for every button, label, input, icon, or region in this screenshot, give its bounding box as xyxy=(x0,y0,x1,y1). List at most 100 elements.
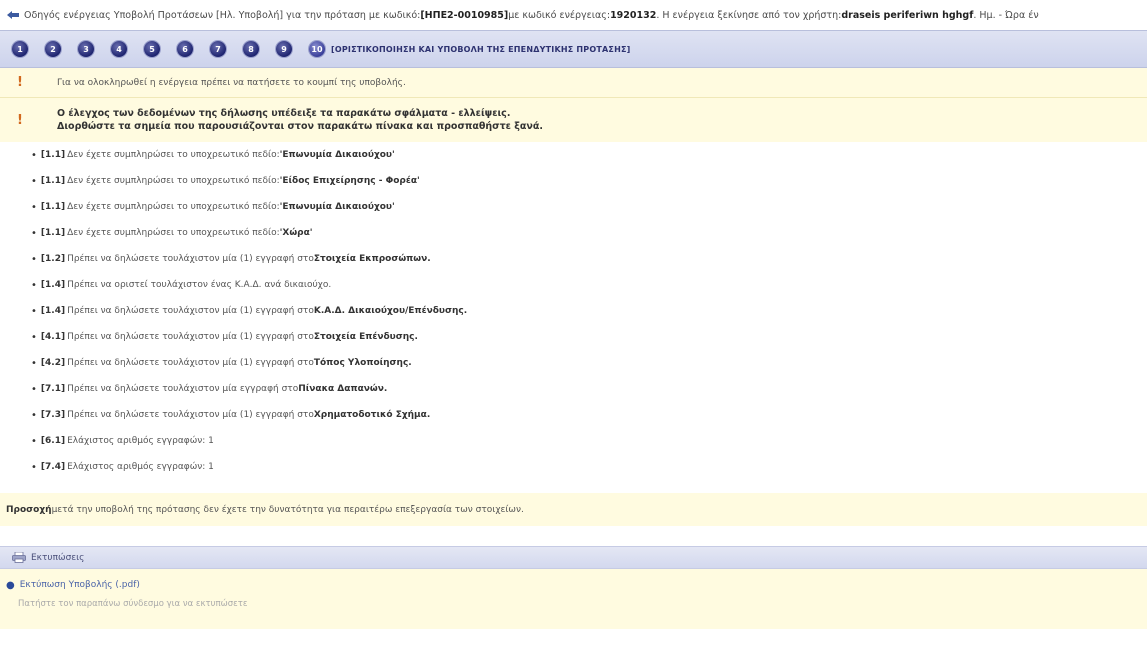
warning-box: ! Για να ολοκληρωθεί η ενέργεια πρέπει ν… xyxy=(0,68,1147,142)
info-text-a: Οδηγός ενέργειας Υποβολή Προτάσεων [Ηλ. … xyxy=(24,9,421,21)
active-step-title: [ΟΡΙΣΤΙΚΟΠΟΙΗΣΗ ΚΑΙ ΥΠΟΒΟΛΗ ΤΗΣ ΕΠΕΝΔΥΤΙ… xyxy=(331,44,631,54)
error-text: Πρέπει να δηλώσετε τουλάχιστον μία (1) ε… xyxy=(67,358,314,368)
error-text: Δεν έχετε συμπληρώσει το υποχρεωτικό πεδ… xyxy=(67,150,280,160)
error-field-name: Κ.Α.Δ. Δικαιούχου/Επένδυσης. xyxy=(313,306,468,316)
error-item: • [4.1] Πρέπει να δηλώσετε τουλάχιστον μία… xyxy=(31,324,1147,350)
error-code: [4.1] xyxy=(40,332,66,342)
error-item: • [1.2] Πρέπει να δηλώσετε τουλάχιστον μία… xyxy=(31,246,1147,272)
error-item: • [7.1] Πρέπει να δηλώσετε τουλάχιστον μία… xyxy=(31,376,1147,402)
error-item: • [1.1] Δεν έχετε συμπληρώσει το υποχρεωτι… xyxy=(31,220,1147,246)
error-text: Δεν έχετε συμπληρώσει το υποχρεωτικό πεδ… xyxy=(67,202,280,212)
bullet-icon: • xyxy=(31,409,37,421)
error-text: Ελάχιστος αριθμός εγγραφών: 1 xyxy=(67,436,214,446)
validation-warning: ! Ο έλεγχος των δεδομένων της δήλωσης υπ… xyxy=(0,98,1147,142)
exclamation-icon: ! xyxy=(17,75,23,90)
step-8-button[interactable]: 8 xyxy=(243,41,259,57)
bullet-icon: • xyxy=(31,435,37,447)
bullet-icon: • xyxy=(31,227,37,239)
bullet-icon: • xyxy=(31,149,37,161)
error-item: • [7.3] Πρέπει να δηλώσετε τουλάχιστον μία… xyxy=(31,402,1147,428)
error-text: Δεν έχετε συμπληρώσει το υποχρεωτικό πεδ… xyxy=(67,228,280,238)
action-code: 1920132 xyxy=(610,9,657,21)
error-text: Πρέπει να οριστεί τουλάχιστον ένας Κ.Α.Δ… xyxy=(67,280,332,290)
error-code: [1.4] xyxy=(40,306,66,316)
error-text: Δεν έχετε συμπληρώσει το υποχρεωτικό πεδ… xyxy=(67,176,280,186)
step-10-button[interactable]: 10 xyxy=(309,41,325,57)
prints-panel: ● Εκτύπωση Υποβολής (.pdf) Πατήστε τον π… xyxy=(0,569,1147,629)
attention-notice: Προσοχή μετά την υποβολή της πρότασης δε… xyxy=(0,493,1147,526)
attention-text: μετά την υποβολή της πρότασης δεν έχετε … xyxy=(51,504,524,515)
error-code: [4.2] xyxy=(40,358,66,368)
prints-header: Εκτυπώσεις xyxy=(0,546,1147,569)
error-field-name: Στοιχεία Επένδυσης. xyxy=(313,332,418,342)
step-6-button[interactable]: 6 xyxy=(177,41,193,57)
error-item: • [6.1] Ελάχιστος αριθμός εγγραφών: 1 xyxy=(31,428,1147,454)
info-text-b: με κωδικό ενέργειας: xyxy=(508,9,611,21)
step-2-button[interactable]: 2 xyxy=(45,41,61,57)
error-code: [1.1] xyxy=(40,176,66,186)
error-text: Πρέπει να δηλώσετε τουλάχιστον μία (1) ε… xyxy=(67,410,314,420)
error-field-name: Στοιχεία Εκπροσώπων. xyxy=(313,254,431,264)
bullet-icon: • xyxy=(31,175,37,187)
error-code: [1.4] xyxy=(40,280,66,290)
step-9-button[interactable]: 9 xyxy=(276,41,292,57)
exclamation-icon: ! xyxy=(17,112,23,128)
error-item: • [1.1] Δεν έχετε συμπληρώσει το υποχρεωτι… xyxy=(31,168,1147,194)
hand-icon xyxy=(7,11,19,19)
error-item: • [1.1] Δεν έχετε συμπληρώσει το υποχρεωτι… xyxy=(31,194,1147,220)
error-code: [7.4] xyxy=(40,462,66,472)
error-field-name: 'Είδος Επιχείρησης - Φορέα' xyxy=(279,176,420,186)
error-field-name: 'Επωνυμία Δικαιούχου' xyxy=(279,150,395,160)
error-text: Πρέπει να δηλώσετε τουλάχιστον μία (1) ε… xyxy=(67,332,314,342)
step-5-button[interactable]: 5 xyxy=(144,41,160,57)
validation-warning-line1: Ο έλεγχος των δεδομένων της δήλωσης υπέδ… xyxy=(57,108,511,119)
error-list: • [1.1] Δεν έχετε συμπληρώσει το υποχρεωτι… xyxy=(0,142,1147,493)
bullet-icon: • xyxy=(31,357,37,369)
bullet-icon: • xyxy=(31,305,37,317)
error-code: [1.1] xyxy=(40,202,66,212)
submit-warning-text: Για να ολοκληρωθεί η ενέργεια πρέπει να … xyxy=(57,77,406,88)
error-text: Πρέπει να δηλώσετε τουλάχιστον μία εγγρα… xyxy=(67,384,299,394)
error-code: [7.3] xyxy=(40,410,66,420)
error-code: [1.1] xyxy=(40,228,66,238)
error-text: Πρέπει να δηλώσετε τουλάχιστον μία (1) ε… xyxy=(67,306,314,316)
attention-label: Προσοχή xyxy=(6,504,52,515)
bullet-icon: • xyxy=(31,279,37,291)
error-field-name: 'Επωνυμία Δικαιούχου' xyxy=(279,202,395,212)
user-name: draseis periferiwn hghgf xyxy=(841,9,974,21)
print-hint: Πατήστε τον παραπάνω σύνδεσμο για να εκτ… xyxy=(18,599,248,609)
info-text-c: . Η ενέργεια ξεκίνησε από τον χρήστη: xyxy=(656,9,842,21)
bullet-icon: • xyxy=(31,331,37,343)
info-text-d: . Ημ. - Ώρα έν xyxy=(973,9,1039,21)
error-item: • [4.2] Πρέπει να δηλώσετε τουλάχιστον μία… xyxy=(31,350,1147,376)
error-code: [6.1] xyxy=(40,436,66,446)
error-code: [1.1] xyxy=(40,150,66,160)
bullet-icon: • xyxy=(31,461,37,473)
print-submission-link[interactable]: Εκτύπωση Υποβολής (.pdf) xyxy=(20,580,140,590)
error-field-name: Χρηματοδοτικό Σχήμα. xyxy=(313,410,431,420)
prints-header-label: Εκτυπώσεις xyxy=(31,552,85,563)
error-code: [7.1] xyxy=(40,384,66,394)
submit-warning: ! Για να ολοκληρωθεί η ενέργεια πρέπει ν… xyxy=(0,68,1147,98)
wizard-info-bar: Οδηγός ενέργειας Υποβολή Προτάσεων [Ηλ. … xyxy=(0,0,1147,30)
error-item: • [1.4] Πρέπει να οριστεί τουλάχιστον ένας… xyxy=(31,272,1147,298)
printer-icon xyxy=(12,552,26,563)
error-field-name: Πίνακα Δαπανών. xyxy=(298,384,388,394)
error-field-name: 'Χώρα' xyxy=(279,228,313,238)
error-text: Ελάχιστος αριθμός εγγραφών: 1 xyxy=(67,462,214,472)
bullet-icon: • xyxy=(31,201,37,213)
wizard-steps-bar: 1 2 3 4 5 6 7 8 9 10 [ΟΡΙΣΤΙΚΟΠΟΙΗΣΗ ΚΑΙ… xyxy=(0,30,1147,68)
step-3-button[interactable]: 3 xyxy=(78,41,94,57)
validation-warning-line2: Διορθώστε τα σημεία που παρουσιάζονται σ… xyxy=(57,121,543,132)
error-item: • [7.4] Ελάχιστος αριθμός εγγραφών: 1 xyxy=(31,454,1147,480)
error-field-name: Τόπος Υλοποίησης. xyxy=(313,358,412,368)
error-items: • [1.1] Δεν έχετε συμπληρώσει το υποχρεωτι… xyxy=(0,142,1147,480)
proposal-code: [ΗΠΕ2-0010985] xyxy=(420,9,509,21)
step-7-button[interactable]: 7 xyxy=(210,41,226,57)
bullet-icon: ● xyxy=(6,579,15,591)
bullet-icon: • xyxy=(31,383,37,395)
bullet-icon: • xyxy=(31,253,37,265)
step-1-button[interactable]: 1 xyxy=(12,41,28,57)
error-item: • [1.1] Δεν έχετε συμπληρώσει το υποχρεωτι… xyxy=(31,142,1147,168)
step-4-button[interactable]: 4 xyxy=(111,41,127,57)
